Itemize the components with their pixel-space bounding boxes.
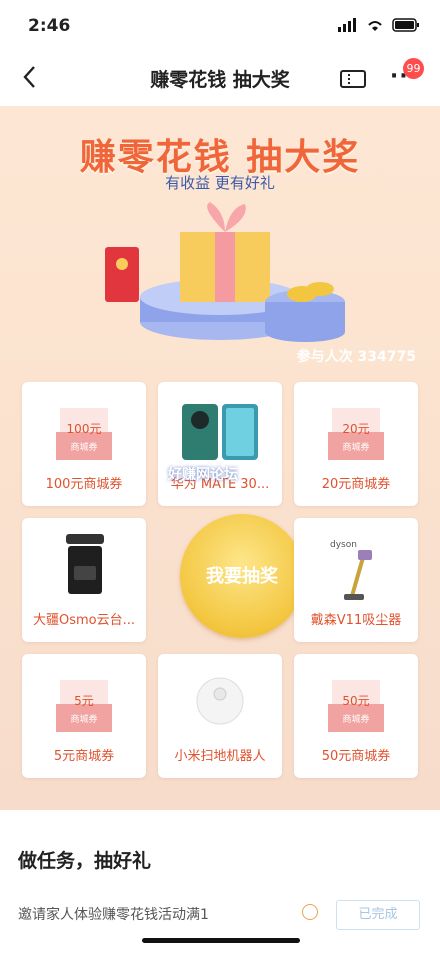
info-icon[interactable] xyxy=(302,904,318,920)
prize-card: 大疆Osmo云台... xyxy=(22,518,146,642)
prize-label: 20元商城券 xyxy=(321,477,391,492)
battery-icon xyxy=(392,18,419,32)
prize-label: 大疆Osmo云台... xyxy=(32,613,136,628)
prize-card: dyson 戴森V11吸尘器 xyxy=(294,518,418,642)
coupon-icon: 20元 商城券 xyxy=(328,406,384,460)
lottery-banner: 赚零花钱 抽大奖 有收益 更有好礼 参与人次 334775 100元 商城券 1… xyxy=(0,106,440,810)
prize-label: 戴森V11吸尘器 xyxy=(310,613,402,628)
banner-subtitle: 有收益 更有好礼 xyxy=(165,174,275,192)
notification-badge: 99 xyxy=(403,58,424,79)
gimbal-image xyxy=(66,534,104,594)
coupon-icon: 50元 商城券 xyxy=(328,678,384,732)
page-title: 赚零花钱 抽大奖 xyxy=(150,69,290,91)
wifi-icon xyxy=(368,21,382,31)
participant-count: 参与人次 334775 xyxy=(296,349,416,365)
status-bar: 2:46 xyxy=(0,0,440,50)
prize-label: 5元商城券 xyxy=(53,749,115,764)
prize-card: 华为 MATE 30... xyxy=(158,382,282,506)
draw-button-label: 我要抽奖 xyxy=(206,566,278,587)
task-section-title: 做任务，抽好礼 xyxy=(18,850,152,872)
prize-label: 50元商城券 xyxy=(321,749,391,764)
ticket-icon[interactable] xyxy=(340,68,366,90)
watermark: 好赚网论坛 xyxy=(168,467,238,483)
nav-bar: 赚零花钱 抽大奖 ··· 99 xyxy=(0,50,440,106)
prize-card: 100元 商城券 100元商城券 xyxy=(22,382,146,506)
home-indicator xyxy=(142,938,300,943)
status-time: 2:46 xyxy=(28,16,71,36)
prize-label: 100元商城券 xyxy=(45,477,123,492)
signal-icon xyxy=(338,18,356,32)
prize-card: 小米扫地机器人 xyxy=(158,654,282,778)
vacuum-image xyxy=(344,550,372,600)
prize-card: 50元 商城券 50元商城券 xyxy=(294,654,418,778)
phone-image xyxy=(182,404,258,460)
gift-box-illustration xyxy=(105,202,345,342)
coupon-icon: 100元 商城券 xyxy=(56,406,112,460)
task-button[interactable]: 已完成 xyxy=(336,900,420,930)
task-section: 做任务，抽好礼 邀请家人体验赚零花钱活动满1 已完成 xyxy=(0,824,440,953)
status-icons xyxy=(338,18,420,32)
robot-vacuum-image xyxy=(196,677,244,725)
prize-label: 小米扫地机器人 xyxy=(174,749,266,764)
dyson-logo: dyson xyxy=(330,540,357,550)
task-item-text: 邀请家人体验赚零花钱活动满1 xyxy=(18,907,209,923)
prize-card: 20元 商城券 20元商城券 xyxy=(294,382,418,506)
coupon-icon: 5元 商城券 xyxy=(56,678,112,732)
prize-card: 5元 商城券 5元商城券 xyxy=(22,654,146,778)
draw-button[interactable]: 我要抽奖 xyxy=(180,514,304,638)
